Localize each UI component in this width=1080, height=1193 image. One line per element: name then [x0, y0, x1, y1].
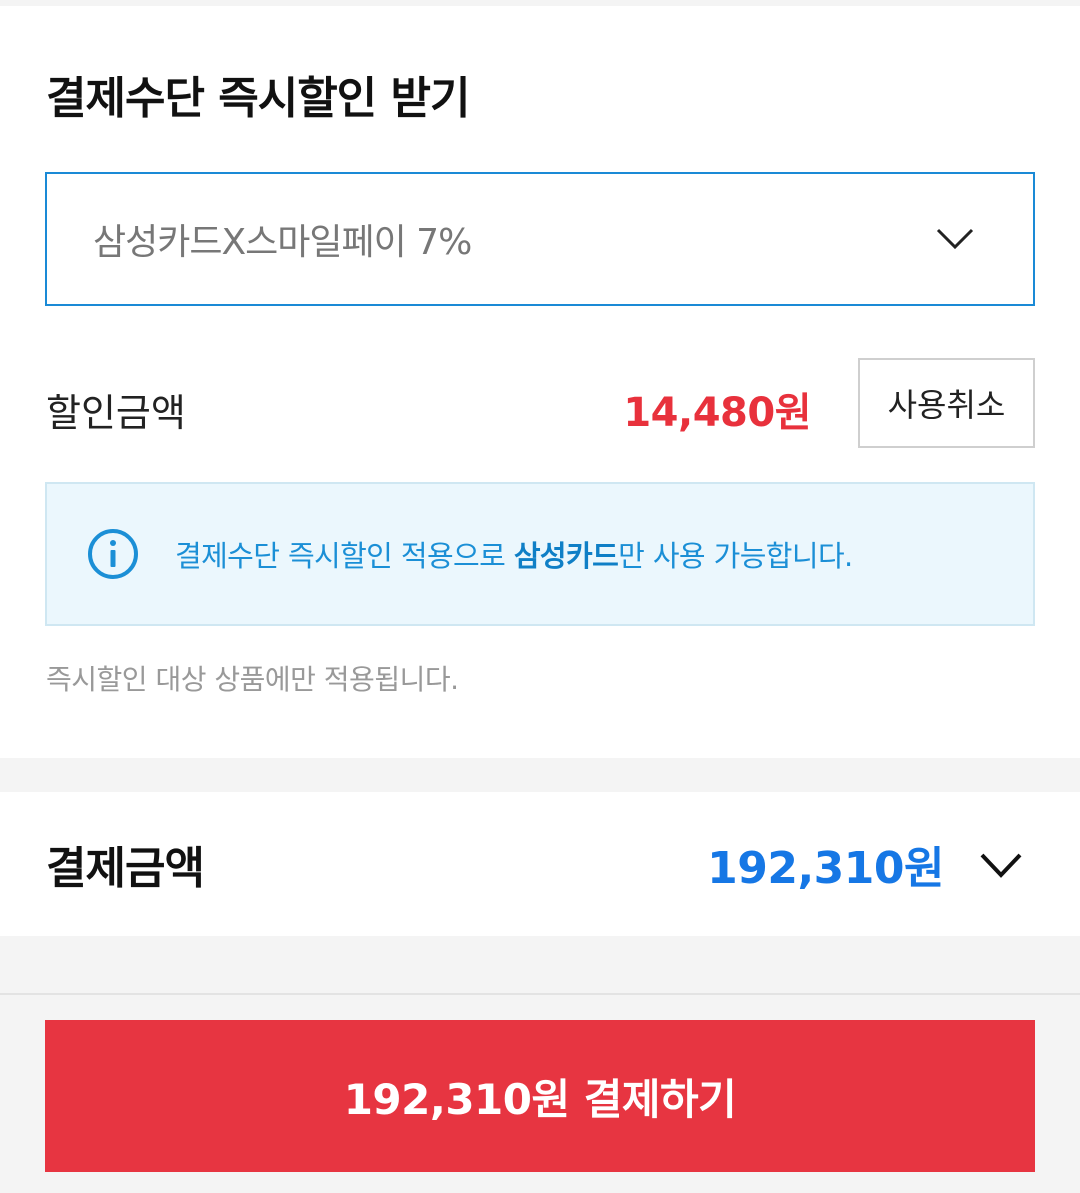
pay-button[interactable]: 192,310원 결제하기 [45, 1020, 1035, 1172]
total-amount-section[interactable]: 결제금액 192,310원 [0, 792, 1080, 936]
divider [0, 993, 1080, 995]
discount-label: 할인금액 [46, 391, 186, 435]
total-label: 결제금액 [46, 843, 205, 894]
total-amount: 192,310원 [707, 843, 944, 894]
info-notice: 결제수단 즉시할인 적용으로 삼성카드만 사용 가능합니다. [45, 482, 1035, 626]
info-text-bold: 삼성카드 [513, 539, 619, 573]
discount-amount-row: 할인금액 14,480원 사용취소 [46, 358, 1035, 448]
discount-amount: 14,480원 [623, 390, 811, 436]
cancel-discount-button[interactable]: 사용취소 [858, 358, 1035, 448]
info-icon [88, 529, 138, 579]
chevron-down-icon[interactable] [978, 850, 1024, 880]
discount-method-select[interactable]: 삼성카드X스마일페이 7% [45, 172, 1035, 306]
discount-note: 즉시할인 대상 상품에만 적용됩니다. [46, 663, 459, 696]
chevron-down-icon [936, 228, 974, 250]
info-text: 결제수단 즉시할인 적용으로 삼성카드만 사용 가능합니다. [175, 539, 853, 573]
discount-section: 결제수단 즉시할인 받기 삼성카드X스마일페이 7% 할인금액 14,480원 … [0, 6, 1080, 758]
section-title: 결제수단 즉시할인 받기 [46, 73, 470, 124]
select-value: 삼성카드X스마일페이 7% [93, 222, 472, 263]
